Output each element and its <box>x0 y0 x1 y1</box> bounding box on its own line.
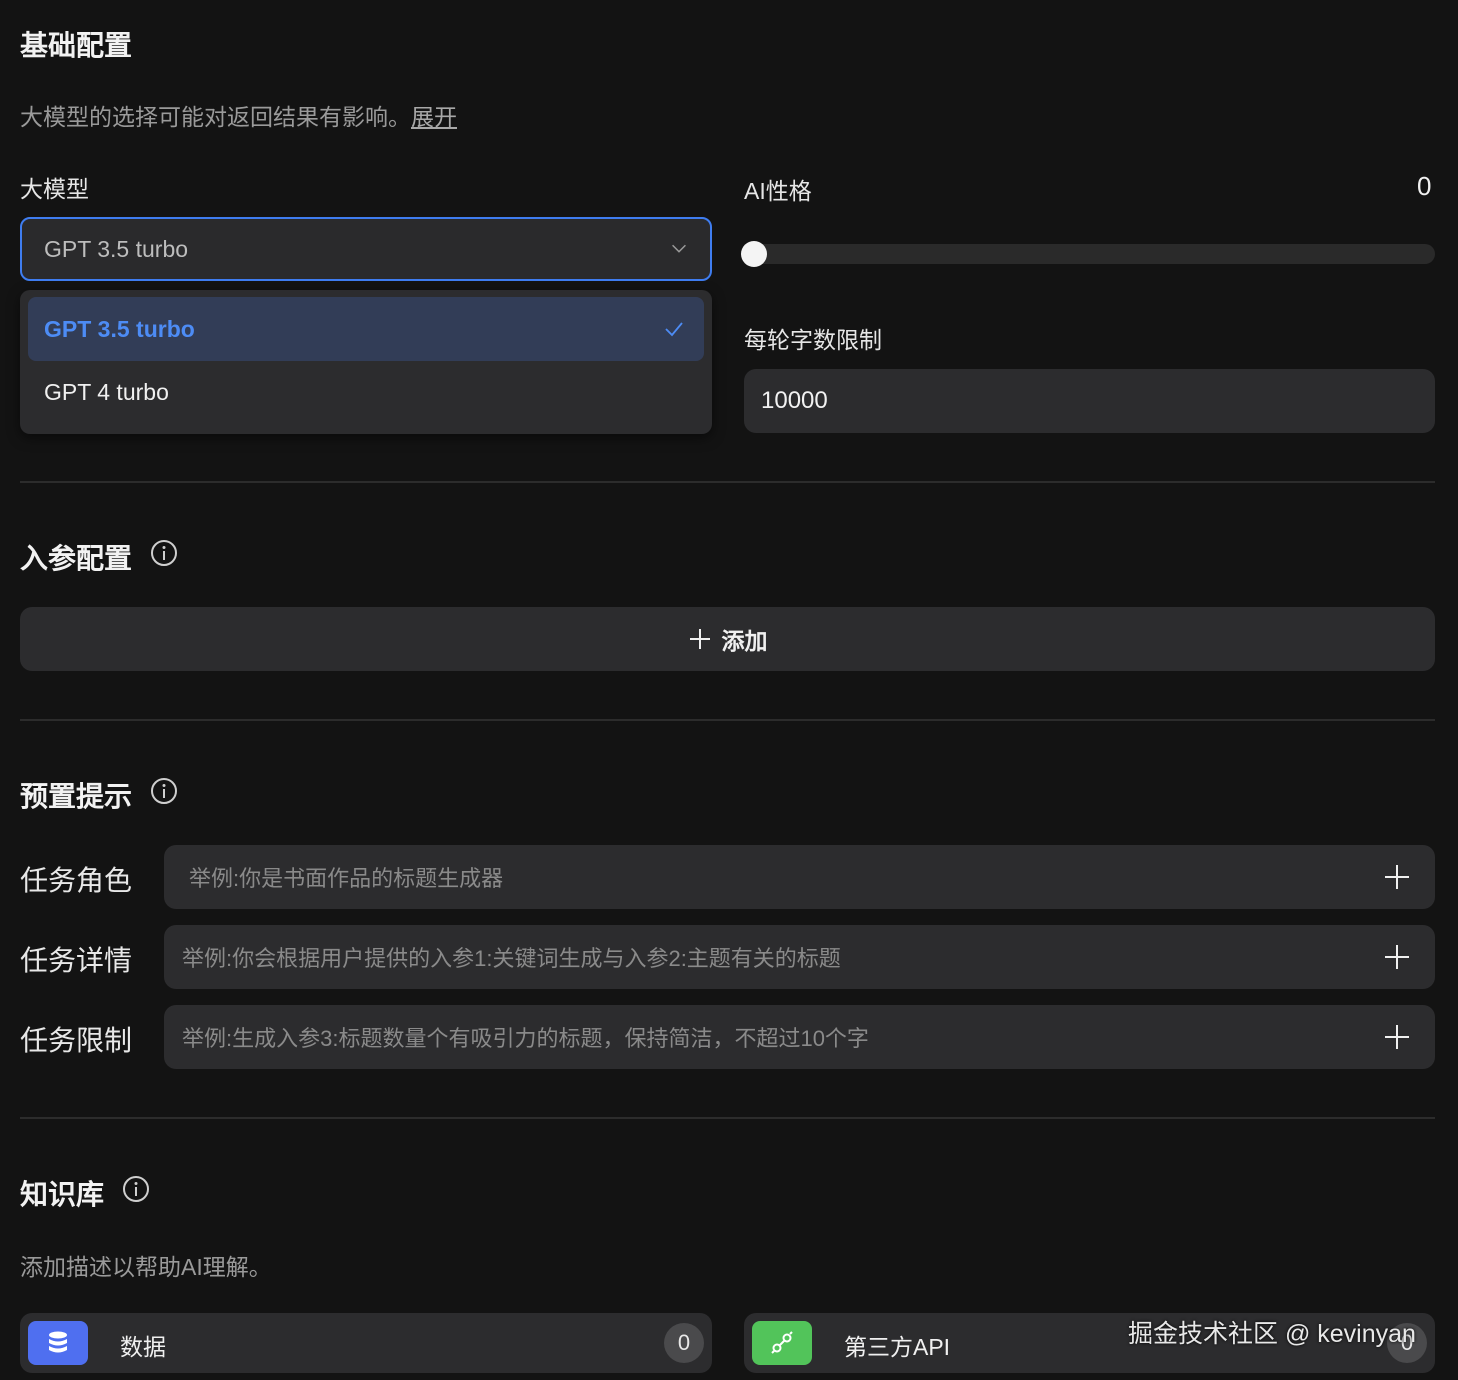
personality-slider-thumb[interactable] <box>741 241 767 267</box>
personality-value: 0 <box>1417 171 1432 201</box>
model-option-gpt4[interactable]: GPT 4 turbo <box>28 360 704 424</box>
basic-section-title: 基础配置 <box>20 30 133 61</box>
divider <box>20 481 1435 483</box>
task-role-label: 任务角色 <box>20 865 133 896</box>
params-section-title: 入参配置 <box>20 543 133 574</box>
knowledge-card-count: 0 <box>664 1323 704 1363</box>
word-limit-input[interactable]: 10000 <box>744 369 1435 433</box>
plus-icon <box>689 629 710 649</box>
link-icon <box>752 1321 812 1365</box>
info-icon[interactable] <box>150 777 178 805</box>
model-option-gpt35[interactable]: GPT 3.5 turbo <box>28 297 704 361</box>
task-limit-label: 任务限制 <box>20 1025 133 1056</box>
task-role-input[interactable]: 举例:你是书面作品的标题生成器 <box>164 845 1435 909</box>
model-select-value: GPT 3.5 turbo <box>44 235 189 262</box>
divider <box>20 719 1435 721</box>
word-limit-label: 每轮字数限制 <box>744 327 882 353</box>
personality-slider-track[interactable] <box>744 244 1435 264</box>
word-limit-value: 10000 <box>761 387 828 414</box>
info-icon[interactable] <box>122 1175 150 1203</box>
divider <box>20 1117 1435 1119</box>
model-label: 大模型 <box>20 176 89 202</box>
database-icon <box>28 1321 88 1365</box>
personality-label: AI性格 <box>744 178 812 204</box>
task-detail-placeholder: 举例:你会根据用户提供的入参1:关键词生成与入参2:主题有关的标题 <box>182 946 841 971</box>
task-detail-input[interactable]: 举例:你会根据用户提供的入参1:关键词生成与入参2:主题有关的标题 <box>164 925 1435 989</box>
add-param-label: 添加 <box>721 628 768 654</box>
info-icon[interactable] <box>150 539 178 567</box>
model-dropdown-menu: GPT 3.5 turbo GPT 4 turbo <box>20 290 712 434</box>
basic-section-desc: 大模型的选择可能对返回结果有影响。展开 <box>20 98 457 132</box>
task-role-placeholder: 举例:你是书面作品的标题生成器 <box>189 866 504 891</box>
preset-section-title: 预置提示 <box>20 781 133 812</box>
task-detail-label: 任务详情 <box>20 945 133 976</box>
knowledge-card-data[interactable]: 数据 0 <box>20 1313 712 1373</box>
plus-icon[interactable] <box>1383 1023 1411 1051</box>
chevron-down-icon <box>672 244 686 253</box>
knowledge-card-label: 第三方API <box>844 1334 951 1360</box>
expand-link[interactable]: 展开 <box>411 104 457 130</box>
add-param-button[interactable]: 添加 <box>20 607 1435 671</box>
task-limit-input[interactable]: 举例:生成入参3:标题数量个有吸引力的标题，保持简洁，不超过10个字 <box>164 1005 1435 1069</box>
basic-desc-text: 大模型的选择可能对返回结果有影响。 <box>20 104 411 130</box>
knowledge-desc: 添加描述以帮助AI理解。 <box>20 1254 272 1280</box>
watermark: 掘金技术社区 @ kevinyan <box>1128 1320 1416 1348</box>
check-icon <box>665 322 683 337</box>
knowledge-card-label: 数据 <box>120 1334 166 1360</box>
knowledge-section-title: 知识库 <box>20 1179 105 1210</box>
model-option-label: GPT 4 turbo <box>44 378 169 405</box>
plus-icon[interactable] <box>1383 943 1411 971</box>
model-select[interactable]: GPT 3.5 turbo <box>20 217 712 281</box>
model-option-label: GPT 3.5 turbo <box>44 315 195 342</box>
task-limit-placeholder: 举例:生成入参3:标题数量个有吸引力的标题，保持简洁，不超过10个字 <box>182 1026 869 1051</box>
plus-icon[interactable] <box>1383 863 1411 891</box>
